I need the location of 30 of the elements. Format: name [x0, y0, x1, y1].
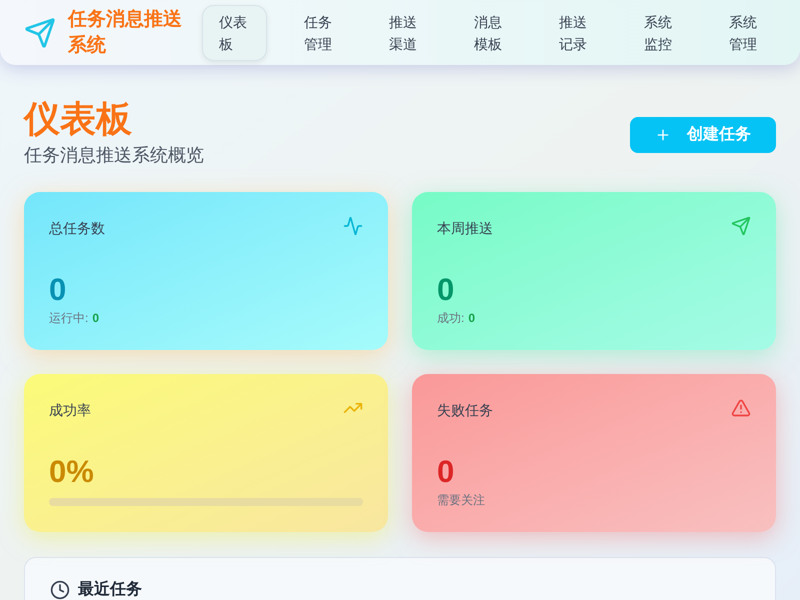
nav-tab[interactable]: 消息模板 — [457, 4, 522, 60]
nav-tab[interactable]: 推送渠道 — [372, 4, 437, 60]
clock-icon — [50, 580, 70, 600]
paper-plane-icon — [24, 16, 56, 48]
nav-tab[interactable]: 系统管理 — [712, 4, 777, 60]
stat-label: 总任务数 — [49, 219, 105, 238]
plus-icon — [655, 127, 671, 143]
stat-caption-value: 0 — [468, 310, 476, 326]
stat-value: 0 — [437, 454, 456, 490]
nav-tab[interactable]: 系统监控 — [627, 4, 692, 60]
stat-caption: 需要关注 — [437, 492, 485, 508]
stat-caption: 运行中: — [49, 310, 88, 326]
stat-value: 0 — [437, 272, 456, 308]
stat-caption: 成功: — [437, 310, 464, 326]
nav-tab[interactable]: 推送记录 — [542, 4, 607, 60]
stat-label: 本周推送 — [437, 219, 493, 238]
app-title: 任务消息推送系统 — [68, 8, 183, 58]
nav-tab[interactable]: 任务管理 — [287, 4, 352, 60]
stat-label: 成功率 — [49, 401, 91, 420]
nav-tab[interactable]: 仪表板 — [202, 4, 267, 60]
section-title: 最近任务 — [78, 580, 142, 600]
stat-caption-value: 0 — [92, 310, 100, 326]
stat-value: 0 — [49, 272, 68, 308]
paper-plane-icon — [731, 216, 751, 236]
warning-icon — [731, 398, 751, 418]
pulse-icon — [343, 216, 363, 236]
page-subtitle: 任务消息推送系统概览 — [24, 144, 204, 167]
stat-value: 0% — [49, 454, 95, 490]
page-title: 仪表板 — [24, 97, 133, 141]
stat-label: 失败任务 — [437, 401, 493, 420]
